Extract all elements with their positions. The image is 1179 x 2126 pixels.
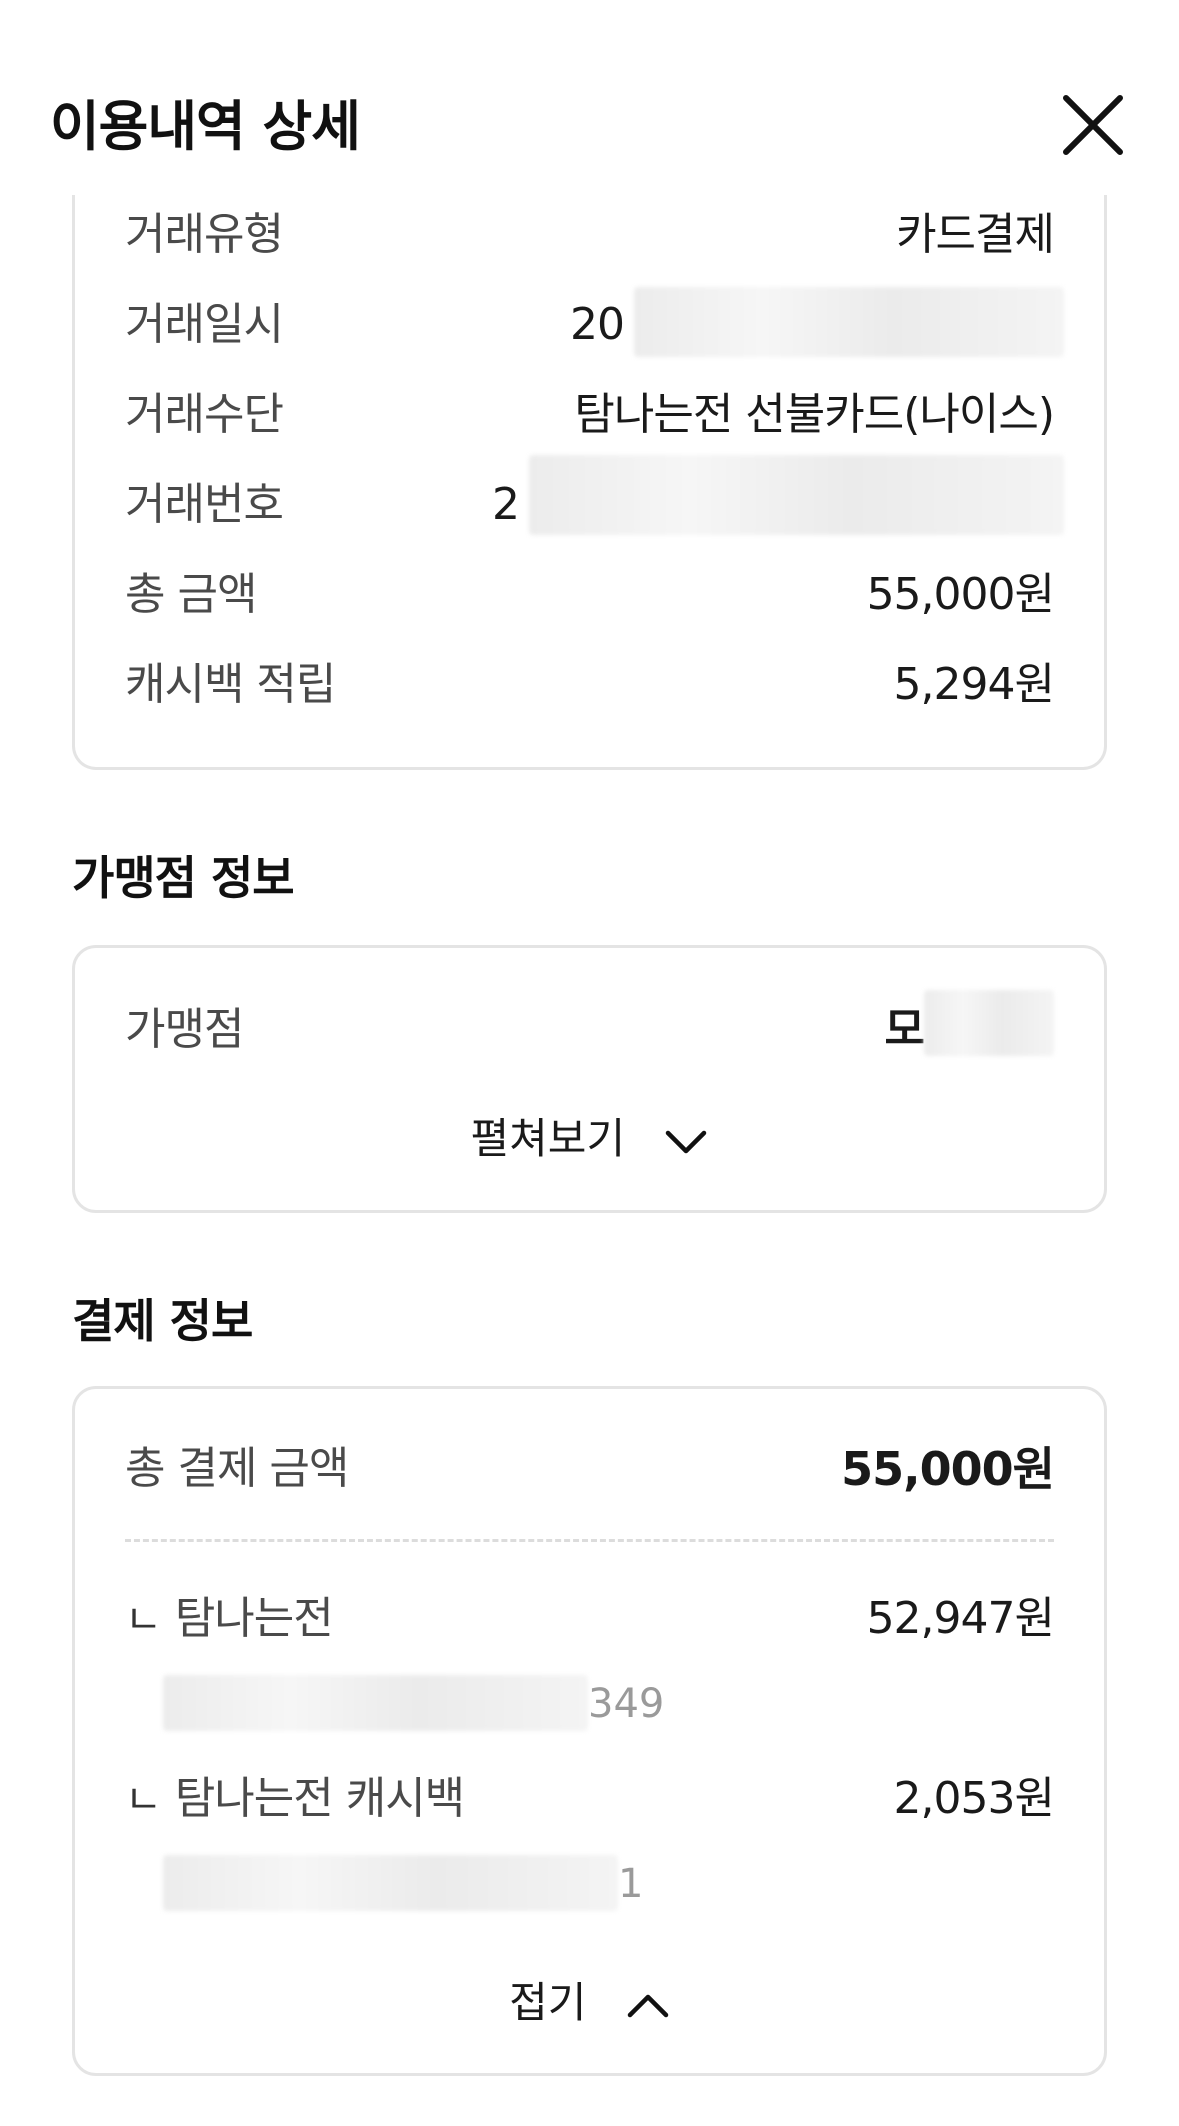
- row-transaction-datetime: 거래일시 20: [125, 287, 1064, 357]
- expand-label: 펼쳐보기: [470, 1114, 626, 1163]
- row-label: ㄴ 탐나는전: [125, 1589, 334, 1650]
- merchant-name: 모: [884, 1004, 925, 1055]
- header: 이용내역 상세: [0, 0, 1179, 195]
- masked-card-number: [163, 1855, 618, 1911]
- masked-card-number: [163, 1675, 588, 1731]
- card-number-suffix: 1: [618, 1861, 644, 1907]
- chevron-up-icon: [627, 1994, 669, 2017]
- row-value: 55,000원: [866, 569, 1055, 620]
- row-label: 거래수단: [125, 389, 284, 440]
- row-label: 가맹점: [125, 1004, 244, 1055]
- corner-mark: ㄴ: [125, 1597, 162, 1643]
- close-button[interactable]: [1058, 90, 1128, 160]
- chevron-down-icon: [666, 1130, 707, 1153]
- row-merchant: 가맹점 모: [125, 990, 1054, 1060]
- payment-item-value: 52,947원: [866, 1593, 1055, 1644]
- row-value: 5,294원: [893, 659, 1055, 710]
- row-value: 탐나는전 선불카드(나이스): [574, 389, 1055, 440]
- row-label: 총 금액: [125, 569, 257, 620]
- payment-item-label: 탐나는전: [174, 1593, 334, 1644]
- row-label: 거래유형: [125, 209, 284, 260]
- row-transaction-number: 거래번호 2: [125, 455, 1064, 535]
- close-icon: [1063, 95, 1123, 155]
- collapse-label: 접기: [509, 1978, 587, 2027]
- row-value: 20: [570, 299, 625, 350]
- row-value: 카드결제: [896, 209, 1055, 260]
- payment-section-title: 결제 정보: [72, 1294, 253, 1348]
- total-payment-value: 55,000원: [841, 1442, 1055, 1496]
- row-transaction-type: 거래유형 카드결제: [125, 205, 1055, 265]
- row-cashback: 캐시백 적립 5,294원: [125, 655, 1055, 715]
- corner-mark: ㄴ: [125, 1777, 162, 1823]
- payment-item-label: 탐나는전 캐시백: [174, 1773, 465, 1824]
- card-number-suffix: 349: [588, 1681, 665, 1727]
- row-payment-item: ㄴ 탐나는전 52,947원: [125, 1589, 1055, 1650]
- row-label: 캐시백 적립: [125, 659, 336, 710]
- row-total-amount: 총 금액 55,000원: [125, 565, 1055, 625]
- payment-item-value: 2,053원: [893, 1773, 1055, 1824]
- row-payment-item: ㄴ 탐나는전 캐시백 2,053원: [125, 1769, 1055, 1830]
- row-value: 2: [492, 479, 520, 530]
- row-label: 거래일시: [125, 299, 284, 350]
- expand-button[interactable]: 펼쳐보기: [75, 1105, 1104, 1166]
- payment-card: 총 결제 금액 55,000원 ㄴ 탐나는전 52,947원 349 ㄴ 탐나는전 …: [72, 1386, 1107, 2076]
- divider: [125, 1539, 1054, 1542]
- transaction-detail-card: 거래유형 카드결제 거래일시 20 거래수단 탐나는전 선불카드(나이스) 거래…: [72, 120, 1107, 770]
- row-label: 총 결제 금액: [125, 1443, 349, 1494]
- merchant-section-title: 가맹점 정보: [72, 851, 295, 905]
- page-title: 이용내역 상세: [50, 95, 361, 158]
- masked-datetime: [634, 287, 1064, 357]
- row-payment-method: 거래수단 탐나는전 선불카드(나이스): [125, 385, 1055, 445]
- row-label: 거래번호: [125, 479, 284, 530]
- row-total-payment: 총 결제 금액 55,000원: [125, 1439, 1055, 1499]
- masked-transaction-number: [529, 455, 1064, 535]
- collapse-button[interactable]: 접기: [75, 1969, 1104, 2030]
- masked-merchant-name: [924, 990, 1054, 1056]
- merchant-card: 가맹점 모 펼쳐보기: [72, 945, 1107, 1213]
- row-label: ㄴ 탐나는전 캐시백: [125, 1769, 465, 1830]
